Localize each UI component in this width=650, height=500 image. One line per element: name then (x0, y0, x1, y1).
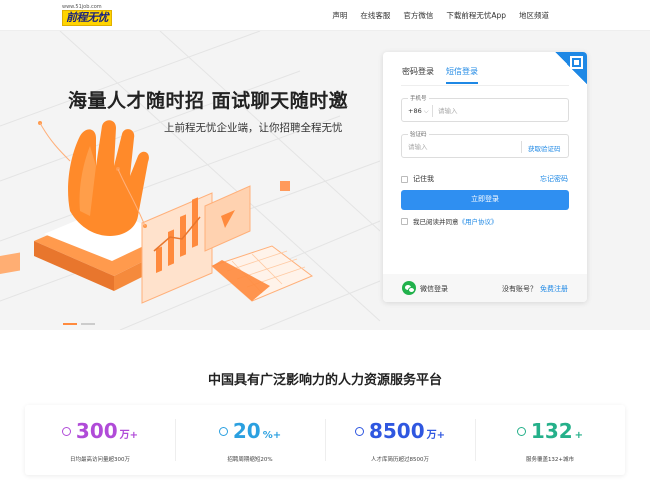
stat-label: 日均最高访问量超300万 (70, 457, 130, 463)
wechat-login-label[interactable]: 微信登录 (420, 284, 448, 294)
code-field: 验证码 获取验证码 (401, 130, 569, 158)
register-link[interactable]: 免费注册 (540, 284, 568, 294)
people-icon (354, 426, 364, 436)
tab-sms-login[interactable]: 短信登录 (446, 66, 478, 84)
qr-login-toggle[interactable] (555, 52, 587, 84)
top-nav-links: 声明 在线客服 官方微信 下载前程无忧App 地区频道 (332, 10, 549, 21)
stat-unit: 万+ (119, 430, 139, 441)
stat-number: 20 (232, 419, 261, 443)
field-separator (521, 141, 522, 153)
code-field-label: 验证码 (408, 130, 429, 138)
agreement: 我已阅读并同意《用户协议》 (401, 216, 498, 226)
stat-unit: 万+ (426, 430, 446, 441)
stat-label: 招聘周期缩短20% (227, 457, 273, 463)
chat-icon (516, 426, 526, 436)
login-footer: 微信登录 没有账号？ 免费注册 (383, 274, 587, 302)
nav-link-official-wechat[interactable]: 官方微信 (403, 10, 433, 21)
remember-me[interactable]: 记住我 (401, 174, 434, 184)
phone-field: 手机号 +86 ⌵ (401, 94, 569, 122)
forgot-password-link[interactable]: 忘记密码 (540, 174, 568, 184)
stat-label: 人才库简历超过8500万 (371, 457, 429, 463)
agreement-checkbox[interactable] (401, 217, 408, 225)
login-tabs: 密码登录 短信登录 (402, 66, 478, 84)
stat-item: 132 + 服务覆盖132+城市 (475, 405, 625, 475)
stat-label: 服务覆盖132+城市 (525, 457, 575, 463)
tab-divider (401, 85, 569, 86)
clock-icon (218, 426, 228, 436)
remember-me-checkbox[interactable] (401, 175, 408, 183)
nav-link-download-app[interactable]: 下载前程无忧App (446, 10, 506, 21)
stat-unit: %+ (262, 430, 282, 441)
stat-item: 8500 万+ 人才库简历超过8500万 (325, 405, 475, 475)
carousel-dot-1[interactable] (63, 323, 77, 325)
logo[interactable]: www.51job.com 前程无忧 (62, 4, 112, 26)
tab-password-login[interactable]: 密码登录 (402, 66, 434, 84)
agreement-text: 我已阅读并同意《用户协议》 (413, 216, 498, 226)
login-button[interactable]: 立即登录 (401, 190, 569, 210)
stats-panel: 300 万+ 日均最高访问量超300万 20 %+ 招聘周期缩短20% 8500… (25, 405, 625, 475)
remember-me-label: 记住我 (413, 175, 434, 183)
login-panel: 密码登录 短信登录 手机号 +86 ⌵ 验证码 获取验证码 记住我 忘记密码 立… (383, 52, 587, 302)
hero-title: 海量人才随时招 面试聊天随时邀 (68, 90, 349, 112)
country-code-select[interactable]: +86 ⌵ (408, 107, 429, 116)
hero-subtitle: 上前程无忧企业端，让你招聘全程无忧 (164, 122, 343, 134)
wechat-icon[interactable] (402, 281, 416, 295)
country-code-value: +86 (408, 107, 422, 115)
top-navigation-bar: www.51job.com 前程无忧 声明 在线客服 官方微信 下载前程无忧Ap… (0, 0, 650, 31)
stat-number: 8500 (368, 419, 425, 443)
phone-field-label: 手机号 (408, 94, 429, 102)
nav-link-region-channel[interactable]: 地区频道 (519, 10, 549, 21)
nav-link-online-service[interactable]: 在线客服 (360, 10, 390, 21)
qr-code-icon (570, 56, 583, 69)
section-title: 中国具有广泛影响力的人力资源服务平台 (207, 373, 442, 388)
phone-input[interactable] (438, 104, 558, 118)
chevron-down-icon: ⌵ (423, 107, 429, 115)
user-icon (61, 426, 71, 436)
get-verification-code-button[interactable]: 获取验证码 (528, 143, 561, 153)
stat-unit: + (574, 430, 584, 441)
user-agreement-link[interactable]: 《用户协议》 (459, 218, 498, 226)
carousel-indicators (63, 323, 95, 325)
verification-code-input[interactable] (408, 140, 508, 154)
stat-item: 300 万+ 日均最高访问量超300万 (25, 405, 175, 475)
agreement-prefix: 我已阅读并同意 (413, 218, 459, 226)
stat-number: 132 (530, 419, 573, 443)
stat-number: 300 (75, 419, 118, 443)
no-account-text: 没有账号？ (502, 285, 537, 293)
carousel-dot-2[interactable] (81, 323, 95, 325)
field-separator (432, 105, 433, 117)
logo-wordmark: 前程无忧 (62, 10, 112, 26)
stat-item: 20 %+ 招聘周期缩短20% (175, 405, 325, 475)
nav-link-statement[interactable]: 声明 (332, 10, 347, 21)
